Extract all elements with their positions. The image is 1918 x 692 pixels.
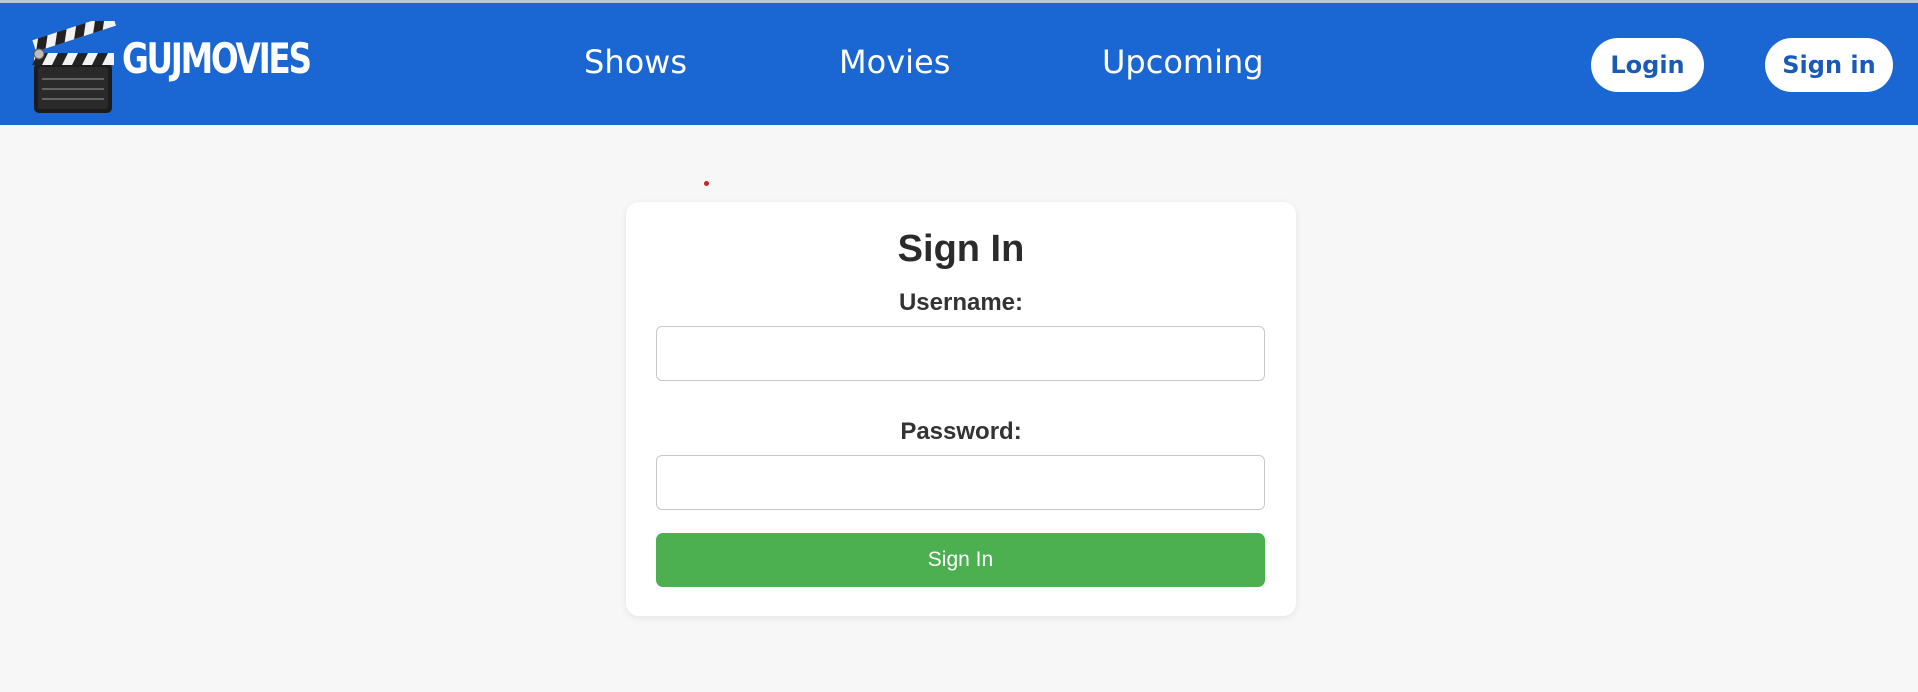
username-label: Username: xyxy=(898,289,1024,316)
clapperboard-icon xyxy=(32,21,116,113)
site-logo[interactable]: GUJMOVIES xyxy=(30,21,312,117)
username-field[interactable] xyxy=(656,326,1265,381)
sign-in-submit-button[interactable]: Sign In xyxy=(656,533,1265,587)
navbar: GUJMOVIES Shows Movies Upcoming Login Si… xyxy=(0,3,1918,125)
nav-link-upcoming[interactable]: Upcoming xyxy=(1102,46,1264,78)
password-label: Password: xyxy=(900,418,1022,445)
page-title: Sign In xyxy=(897,228,1025,270)
cursor-dot xyxy=(704,181,709,186)
password-field[interactable] xyxy=(656,455,1265,510)
login-button[interactable]: Login xyxy=(1591,38,1704,92)
sign-in-nav-button[interactable]: Sign in xyxy=(1765,38,1893,92)
nav-link-movies[interactable]: Movies xyxy=(839,46,950,78)
nav-link-shows[interactable]: Shows xyxy=(584,46,687,78)
logo-text: GUJMOVIES xyxy=(122,34,312,83)
sign-in-card: Sign In Username: Password: Sign In xyxy=(626,202,1296,616)
